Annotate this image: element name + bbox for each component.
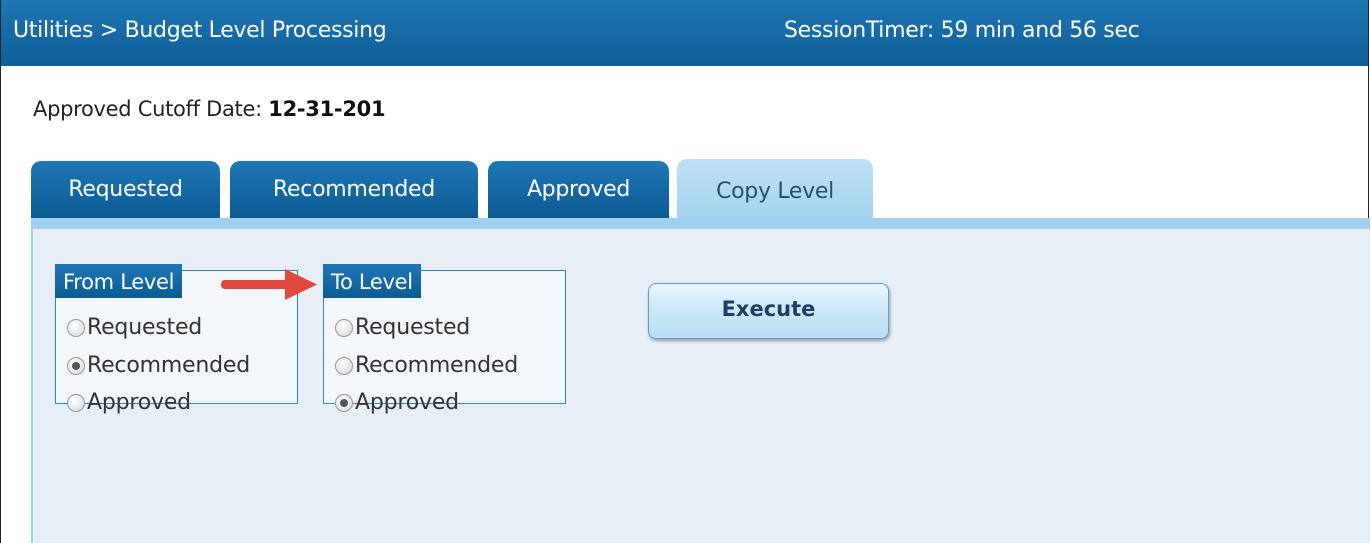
tab-recommended[interactable]: Recommended	[230, 161, 478, 218]
execute-button[interactable]: Execute	[648, 283, 889, 339]
radio-label: Approved	[355, 390, 459, 415]
radio-label: Recommended	[355, 353, 518, 378]
to-level-label: To Level	[323, 264, 421, 298]
app-window: Utilities > Budget Level Processing Sess…	[0, 0, 1370, 543]
radio-button-selected[interactable]	[67, 356, 85, 375]
radio-button-selected[interactable]	[335, 393, 353, 412]
cutoff-value: 12-31-201	[268, 97, 386, 121]
radio-button[interactable]	[67, 393, 85, 412]
from-level-label: From Level	[55, 264, 183, 298]
radio-label: Approved	[87, 390, 191, 415]
radio-button[interactable]	[67, 318, 85, 337]
session-timer: SessionTimer: 59 min and 56 sec	[784, 18, 1140, 43]
from-level-option-recommended[interactable]: Recommended	[67, 353, 250, 378]
page-title: Utilities > Budget Level Processing	[13, 18, 387, 43]
radio-label: Recommended	[87, 353, 250, 378]
approved-cutoff-date: Approved Cutoff Date: 12-31-201	[33, 97, 386, 121]
to-level-option-approved[interactable]: Approved	[335, 390, 459, 415]
arrow-right-icon	[221, 269, 317, 300]
to-level-option-recommended[interactable]: Recommended	[335, 353, 518, 378]
tab-requested[interactable]: Requested	[31, 161, 220, 218]
tab-approved[interactable]: Approved	[488, 161, 669, 218]
radio-button[interactable]	[335, 356, 353, 375]
from-level-option-requested[interactable]: Requested	[67, 315, 202, 340]
title-bar: Utilities > Budget Level Processing Sess…	[1, 0, 1368, 66]
to-level-option-requested[interactable]: Requested	[335, 315, 470, 340]
radio-button[interactable]	[335, 318, 353, 337]
from-level-option-approved[interactable]: Approved	[67, 390, 191, 415]
radio-label: Requested	[355, 315, 471, 340]
cutoff-label: Approved Cutoff Date:	[33, 97, 269, 121]
tab-strip-underline	[31, 218, 1370, 229]
radio-label: Requested	[87, 315, 203, 340]
